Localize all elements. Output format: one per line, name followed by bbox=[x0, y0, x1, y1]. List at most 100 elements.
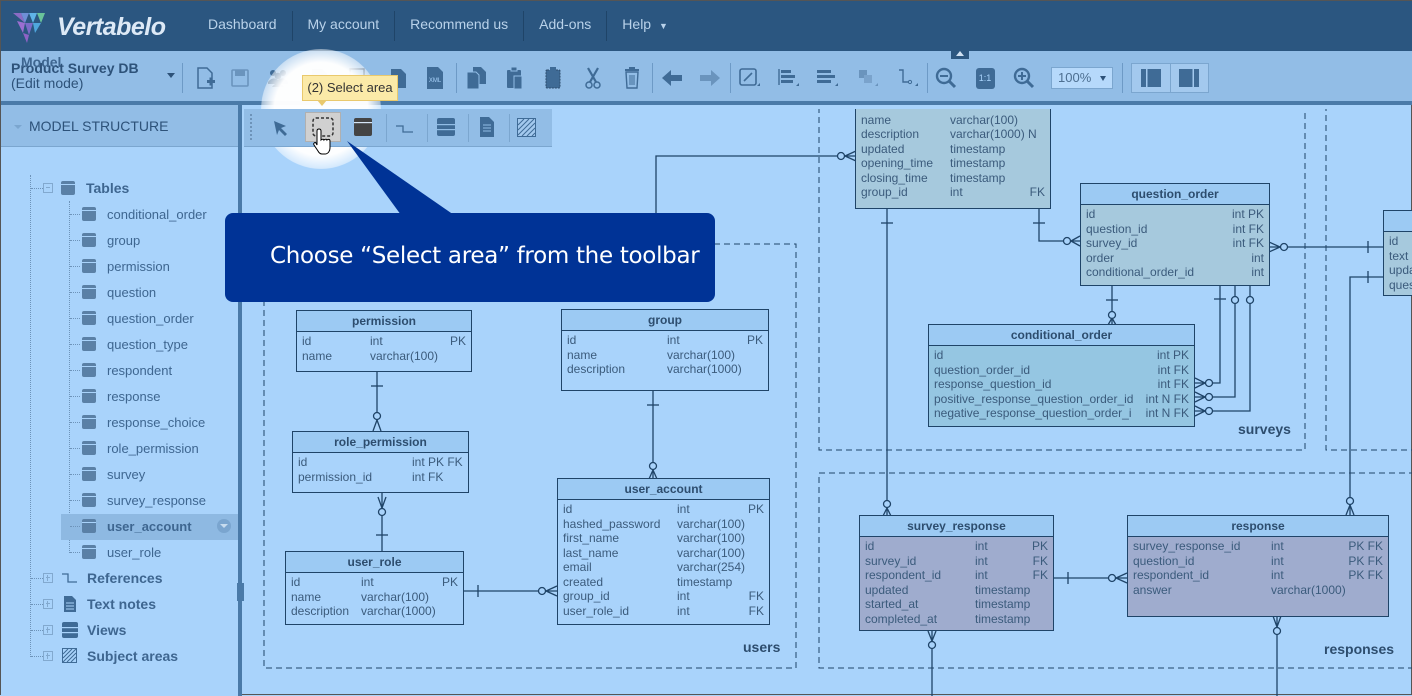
tree-item-table[interactable]: permission bbox=[82, 254, 170, 278]
table-column-row[interactable]: id int PK FK bbox=[298, 455, 463, 470]
vertabelo-logo[interactable]: Vertabelo bbox=[11, 9, 166, 45]
tree-group[interactable]: Text notes bbox=[43, 592, 156, 616]
align-icon[interactable] bbox=[775, 65, 801, 91]
nav-add-ons[interactable]: Add-ons bbox=[524, 11, 608, 41]
table-title[interactable]: role_permission bbox=[293, 432, 468, 453]
tree-item-table[interactable]: question_type bbox=[82, 332, 188, 356]
table-title[interactable]: response bbox=[1128, 516, 1388, 537]
xml-icon[interactable]: XML bbox=[422, 65, 448, 91]
expand-icon[interactable] bbox=[43, 599, 53, 609]
table-title[interactable]: conditional_order bbox=[929, 325, 1194, 346]
table-question[interactable]: idtextupdaques bbox=[1383, 210, 1412, 296]
layout-left-panel-button[interactable] bbox=[1132, 64, 1171, 92]
table-title[interactable]: survey_response bbox=[860, 516, 1053, 537]
table-column-row[interactable]: ques bbox=[1389, 278, 1412, 293]
bring-front-icon[interactable] bbox=[854, 65, 880, 91]
table-column-row[interactable]: id int PK bbox=[291, 575, 458, 590]
table-column-row[interactable]: respondent_id int PK FK bbox=[1133, 568, 1383, 583]
table-column-row[interactable]: order int bbox=[1086, 251, 1264, 266]
table-column-row[interactable]: id bbox=[1389, 234, 1412, 249]
subject-area-label-users[interactable]: users bbox=[743, 639, 780, 655]
table-column-row[interactable]: id int PK bbox=[934, 348, 1189, 363]
table-column-row[interactable]: group_id int FK bbox=[861, 185, 1045, 200]
project-dropdown-icon[interactable] bbox=[167, 73, 175, 78]
table-column-row[interactable]: first_name varchar(100) bbox=[563, 531, 764, 546]
table-column-row[interactable]: id int PK bbox=[563, 502, 764, 517]
table-user-role[interactable]: user_role id int PK name varchar(100) descript… bbox=[285, 551, 464, 625]
table-column-row[interactable]: id int PK bbox=[567, 333, 763, 348]
layout-right-panel-button[interactable] bbox=[1171, 64, 1209, 92]
table-column-row[interactable]: opening_time timestamp bbox=[861, 156, 1045, 171]
table-survey[interactable]: idintPKnamevarchar(100)descriptionvarcha… bbox=[855, 109, 1051, 209]
table-column-row[interactable]: updated timestamp bbox=[865, 583, 1048, 598]
expand-icon[interactable] bbox=[43, 573, 53, 583]
zoom-in-icon[interactable] bbox=[1011, 65, 1037, 91]
paste-special-icon[interactable] bbox=[541, 65, 567, 91]
nav-help[interactable]: Help ▼ bbox=[607, 11, 683, 41]
nav-dashboard[interactable]: Dashboard bbox=[193, 11, 293, 41]
tree-item-table[interactable]: response bbox=[82, 384, 160, 408]
table-column-row[interactable]: name varchar(100) bbox=[861, 113, 1045, 128]
tree-item-table[interactable]: user_role bbox=[82, 540, 161, 564]
table-column-row[interactable]: text bbox=[1389, 249, 1412, 264]
table-title[interactable]: user_role bbox=[286, 552, 463, 573]
tree-item-table[interactable]: survey_response bbox=[82, 488, 206, 512]
zoom-out-icon[interactable] bbox=[933, 65, 959, 91]
palette-drag-handle[interactable] bbox=[250, 114, 253, 140]
palette-add-subject-area[interactable] bbox=[516, 117, 538, 144]
save-icon[interactable] bbox=[227, 65, 253, 91]
palette-select-pointer[interactable] bbox=[270, 117, 292, 144]
table-column-row[interactable]: response_question_id int FK bbox=[934, 377, 1189, 392]
table-column-row[interactable]: question_id int PK FK bbox=[1133, 554, 1383, 569]
tree-root-model[interactable]: Model bbox=[21, 54, 61, 70]
table-column-row[interactable]: positive_response_question_order_id int N… bbox=[934, 392, 1189, 407]
table-column-row[interactable]: description varchar(1000) bbox=[291, 604, 458, 619]
table-column-row[interactable]: answer varchar(1000) bbox=[1133, 583, 1383, 598]
table-response[interactable]: response survey_response_id int PK FK questi… bbox=[1127, 515, 1389, 617]
tree-group[interactable]: Views bbox=[43, 618, 126, 642]
table-column-row[interactable]: updated timestamp bbox=[861, 142, 1045, 157]
table-column-row[interactable]: id int PK bbox=[302, 334, 466, 349]
tree-item-table[interactable]: response_choice bbox=[82, 410, 205, 434]
table-title[interactable] bbox=[1384, 211, 1412, 232]
nav-my-account[interactable]: My account bbox=[293, 11, 396, 41]
table-column-row[interactable]: completed_at timestamp bbox=[865, 612, 1048, 627]
item-menu-chevron-icon[interactable] bbox=[217, 519, 231, 533]
palette-add-view[interactable] bbox=[435, 116, 457, 143]
reference-style-icon[interactable] bbox=[894, 65, 920, 91]
cut-icon[interactable] bbox=[580, 65, 606, 91]
tree-item-table[interactable]: respondent bbox=[82, 358, 172, 382]
tree-item-table[interactable]: group bbox=[82, 228, 140, 252]
distribute-icon[interactable] bbox=[814, 65, 840, 91]
subject-area-label-surveys[interactable]: surveys bbox=[1238, 421, 1291, 437]
tree-item-table[interactable]: question bbox=[82, 280, 156, 304]
collapse-icon[interactable] bbox=[43, 183, 53, 193]
table-column-row[interactable]: created timestamp bbox=[563, 575, 764, 590]
palette-add-text-note[interactable] bbox=[476, 116, 498, 143]
table-user-account[interactable]: user_account id int PK hashed_password varcha… bbox=[557, 478, 770, 625]
table-permission[interactable]: permission id int PK name varchar(100) bbox=[296, 310, 472, 372]
collapse-toolbar-button[interactable] bbox=[951, 49, 969, 59]
table-column-row[interactable]: permission_id int FK bbox=[298, 470, 463, 485]
table-column-row[interactable]: name varchar(100) bbox=[302, 349, 466, 364]
palette-add-reference[interactable] bbox=[393, 116, 417, 143]
delete-icon[interactable] bbox=[619, 65, 645, 91]
subject-area-label-responses[interactable]: responses bbox=[1324, 641, 1394, 657]
table-column-row[interactable]: description varchar(1000) bbox=[567, 362, 763, 377]
table-column-row[interactable]: survey_id int FK bbox=[865, 554, 1048, 569]
zoom-level-select[interactable]: 100% bbox=[1051, 67, 1113, 89]
new-document-icon[interactable] bbox=[192, 65, 218, 91]
table-column-row[interactable]: survey_id int FK bbox=[1086, 236, 1264, 251]
zoom-reset-icon[interactable]: 1:1 bbox=[972, 65, 998, 91]
table-role-permission[interactable]: role_permissionid int PK FK permission_id i… bbox=[292, 431, 469, 493]
sidebar-resize-handle[interactable] bbox=[237, 583, 244, 601]
table-title[interactable]: question_order bbox=[1081, 184, 1269, 205]
tree-item-table[interactable]: user_account bbox=[82, 514, 192, 538]
expand-icon[interactable] bbox=[43, 625, 53, 635]
table-column-row[interactable]: started_at timestamp bbox=[865, 597, 1048, 612]
expand-icon[interactable] bbox=[43, 651, 53, 661]
table-column-row[interactable]: id int PK bbox=[1086, 207, 1264, 222]
nav-recommend-us[interactable]: Recommend us bbox=[395, 11, 525, 41]
tree-group[interactable]: References bbox=[43, 566, 163, 590]
table-title[interactable]: group bbox=[562, 310, 768, 331]
